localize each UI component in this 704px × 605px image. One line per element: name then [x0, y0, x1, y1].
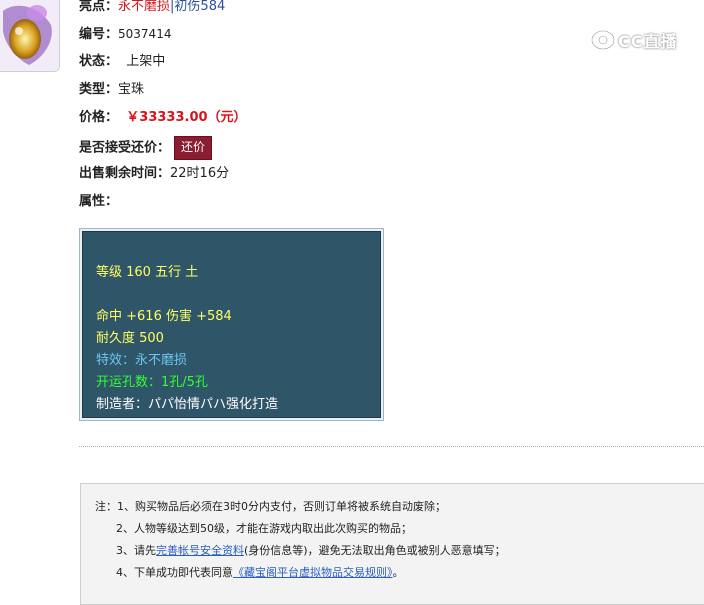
id-row: 编号：5037414 — [79, 24, 171, 44]
status-label: 状态： — [79, 54, 119, 69]
bargain-button[interactable]: 还价 — [174, 136, 213, 160]
price-value: ￥33333.00（元） — [126, 110, 247, 125]
type-label: 类型： — [79, 82, 119, 97]
prop-sockets: 开运孔数：1孔/5孔 — [96, 375, 208, 390]
note-3-suffix: (身份信息等)，避免无法取出角色或被别人恶意填写； — [244, 544, 506, 557]
status-value: 上架中 — [126, 54, 166, 69]
orb-image-icon — [0, 0, 59, 71]
note-3-prefix: 3、请先 — [116, 544, 156, 557]
time-row: 出售剩余时间：22时16分 — [79, 164, 229, 184]
account-security-link[interactable]: 完善帐号安全资料 — [156, 544, 244, 557]
highlight-row: 亮点：永不磨损|初伤584 — [79, 0, 225, 17]
attr-row: 属性： — [79, 192, 118, 212]
type-value: 宝珠 — [118, 82, 145, 97]
status-row: 状态： 上架中 — [79, 52, 165, 72]
prop-maker: 制造者：パパ怡情パハ强化打造 — [96, 397, 279, 412]
note-4-prefix: 4、下单成功即代表同意 — [116, 566, 233, 579]
watermark-text: CC直播 — [618, 32, 678, 51]
type-row: 类型：宝珠 — [79, 80, 144, 100]
cc-logo-icon — [590, 29, 616, 51]
prop-durability: 耐久度 500 — [96, 331, 164, 346]
highlight-label: 亮点： — [79, 0, 119, 14]
id-value: 5037414 — [118, 27, 172, 41]
bargain-row: 是否接受还价： 还价 — [79, 136, 213, 160]
note-4: 4、下单成功即代表同意《藏宝阁平台虚拟物品交易规则》。 — [116, 562, 404, 584]
prop-special-effect: 特效：永不磨损 — [96, 353, 188, 368]
id-label: 编号： — [79, 27, 119, 42]
section-divider — [79, 446, 704, 447]
bargain-label: 是否接受还价： — [79, 140, 171, 156]
note-3: 3、请先完善帐号安全资料(身份信息等)，避免无法取出角色或被别人恶意填写； — [116, 540, 506, 562]
time-label: 出售剩余时间： — [79, 166, 171, 181]
note-2: 2、人物等级达到50级，才能在游戏内取出此次购买的物品； — [116, 522, 412, 535]
attr-label: 属性： — [79, 194, 119, 209]
purchase-notes: 注：1、购买物品后必须在3时0分内支付，否则订单将被系统自动废除； 2、人物等级… — [80, 483, 704, 605]
trade-rules-link[interactable]: 《藏宝阁平台虚拟物品交易规则》 — [233, 566, 393, 579]
prop-hit-damage: 命中 +616 伤害 +584 — [96, 309, 232, 324]
highlight-main: 永不磨损 — [118, 0, 171, 14]
prop-spacer — [96, 284, 380, 306]
note-1: 注：1、购买物品后必须在3时0分内支付，否则订单将被系统自动废除； — [95, 500, 446, 513]
cc-live-watermark: CC直播 — [590, 28, 678, 52]
item-properties-panel: 等级 160 五行 土 命中 +616 伤害 +584 耐久度 500 特效：永… — [79, 228, 384, 421]
item-thumbnail — [0, 0, 60, 72]
price-label: 价格： — [79, 110, 119, 125]
item-properties-content: 等级 160 五行 土 命中 +616 伤害 +584 耐久度 500 特效：永… — [82, 231, 381, 418]
note-4-suffix: 。 — [392, 566, 404, 579]
price-row: 价格： ￥33333.00（元） — [79, 108, 247, 128]
time-value: 22时16分 — [170, 166, 230, 181]
highlight-extra: 初伤584 — [174, 0, 226, 14]
prop-level-element: 等级 160 五行 土 — [96, 265, 199, 280]
